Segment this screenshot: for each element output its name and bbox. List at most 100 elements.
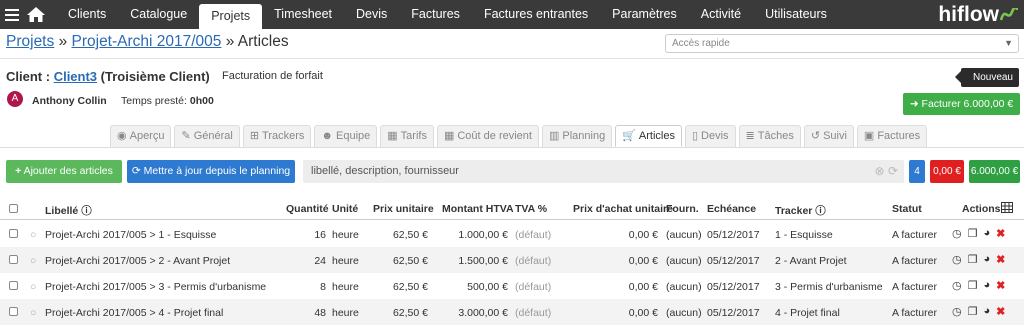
clock-icon[interactable]: ◷	[952, 279, 962, 292]
tab-suivi[interactable]: ↺ Suivi	[803, 125, 854, 147]
comment-icon[interactable]: ○	[30, 307, 36, 319]
nav-projets[interactable]: Projets	[199, 4, 263, 29]
copy-icon[interactable]: ❐	[968, 305, 978, 318]
cell-statut: A facturer	[892, 229, 937, 241]
tab-general[interactable]: ✎ Général	[174, 125, 240, 147]
row-checkbox[interactable]	[9, 281, 18, 290]
col-fournisseur[interactable]: Fourn.	[666, 203, 699, 215]
breadcrumb-projets-link[interactable]: Projets	[6, 33, 54, 50]
search-input[interactable]: libellé, description, fournisseur ⊗ ⟳	[303, 160, 904, 183]
filter-icons: ⊗ ⟳	[875, 160, 898, 183]
col-prix-unitaire[interactable]: Prix unitaire	[373, 203, 434, 215]
home-icon[interactable]	[24, 0, 48, 29]
pie-chart-icon[interactable]: ◕	[983, 227, 990, 240]
comment-icon[interactable]: ○	[30, 229, 36, 241]
tab-label: Aperçu	[129, 130, 165, 142]
tab-devis[interactable]: ▯ Devis	[684, 125, 736, 147]
comment-icon[interactable]: ○	[30, 281, 36, 293]
copy-icon[interactable]: ❐	[968, 227, 978, 240]
cell-libelle[interactable]: Projet-Archi 2017/005 > 3 - Permis d'urb…	[45, 281, 266, 293]
nav-activite[interactable]: Activité	[689, 0, 753, 29]
tab-factures[interactable]: ▣ Factures	[856, 125, 928, 147]
tab-tarifs[interactable]: ▦ Tarifs	[380, 125, 434, 147]
add-articles-button[interactable]: + Ajouter des articles	[6, 160, 122, 183]
hamburger-menu-icon[interactable]	[0, 0, 24, 29]
table-row[interactable]: ○ Projet-Archi 2017/005 > 4 - Projet fin…	[0, 299, 1024, 325]
col-statut[interactable]: Statut	[892, 203, 922, 215]
nouveau-button[interactable]: Nouveau	[955, 68, 1019, 87]
table-columns-icon[interactable]	[1001, 202, 1013, 216]
delete-icon[interactable]: ✖	[996, 305, 1005, 318]
nav-clients[interactable]: Clients	[56, 0, 118, 29]
delete-icon[interactable]: ✖	[996, 227, 1005, 240]
table-row[interactable]: ○ Projet-Archi 2017/005 > 3 - Permis d'u…	[0, 273, 1024, 299]
cell-quantite: 8	[320, 281, 326, 293]
comment-icon[interactable]: ○	[30, 255, 36, 267]
cell-unite: heure	[332, 307, 359, 319]
col-unite[interactable]: Unité	[332, 203, 358, 215]
cell-unite: heure	[332, 255, 359, 267]
delete-icon[interactable]: ✖	[996, 279, 1005, 292]
add-articles-label: Ajouter des articles	[23, 165, 113, 177]
col-tva[interactable]: TVA %	[515, 203, 547, 215]
row-actions: ◷ ❐ ◕ ✖	[952, 253, 1005, 266]
client-link[interactable]: Client3	[54, 69, 97, 84]
quick-access-select[interactable]: Accès rapide ▼	[665, 34, 1019, 53]
row-checkbox[interactable]	[9, 229, 18, 238]
cell-echeance: 05/12/2017	[707, 255, 760, 267]
bar-chart-icon: ▥	[548, 130, 560, 142]
copy-icon[interactable]: ❐	[968, 253, 978, 266]
cell-quantite: 48	[314, 307, 326, 319]
select-all-checkbox[interactable]	[9, 204, 18, 213]
delete-icon[interactable]: ✖	[996, 253, 1005, 266]
tab-label: Factures	[877, 130, 921, 142]
tab-planning[interactable]: ▥ Planning	[541, 125, 613, 147]
nav-catalogue[interactable]: Catalogue	[118, 0, 199, 29]
table-row[interactable]: ○ Projet-Archi 2017/005 > 2 - Avant Proj…	[0, 247, 1024, 273]
col-echeance[interactable]: Echéance	[707, 203, 756, 215]
copy-icon[interactable]: ❐	[968, 279, 978, 292]
clock-icon[interactable]: ◷	[952, 305, 962, 318]
nav-parametres[interactable]: Paramètres	[600, 0, 689, 29]
tab-cout-de-revient[interactable]: ▦ Coût de revient	[436, 125, 539, 147]
clear-icon[interactable]: ⊗	[875, 164, 885, 178]
tab-trackers[interactable]: ⊞ Trackers	[242, 125, 312, 147]
tab-equipe[interactable]: ☻ Equipe	[314, 125, 378, 147]
row-checkbox[interactable]	[9, 307, 18, 316]
cell-echeance: 05/12/2017	[707, 307, 760, 319]
money-icon: ▣	[863, 130, 875, 142]
nav-devis[interactable]: Devis	[344, 0, 399, 29]
tab-apercu[interactable]: ◉ Aperçu	[110, 125, 172, 147]
refresh-icon[interactable]: ⟳	[888, 164, 898, 178]
nav-factures-entrantes[interactable]: Factures entrantes	[472, 0, 600, 29]
col-prix-achat[interactable]: Prix d'achat unitaire	[573, 203, 673, 215]
nav-factures[interactable]: Factures	[399, 0, 472, 29]
tab-label: Articles	[638, 129, 675, 142]
col-libelle[interactable]: Libellé ⓘ	[45, 203, 92, 218]
cell-tracker: 3 - Permis d'urbanisme	[775, 281, 883, 293]
table-row[interactable]: ○ Projet-Archi 2017/005 > 1 - Esquisse 1…	[0, 221, 1024, 247]
tab-label: Suivi	[823, 130, 847, 142]
cell-libelle[interactable]: Projet-Archi 2017/005 > 2 - Avant Projet	[45, 255, 230, 267]
row-checkbox[interactable]	[9, 255, 18, 264]
nav-utilisateurs[interactable]: Utilisateurs	[753, 0, 839, 29]
col-actions: Actions	[962, 203, 1001, 215]
brand-logo[interactable]: hiflow	[938, 2, 1018, 27]
pie-chart-icon[interactable]: ◕	[983, 305, 990, 318]
tab-articles[interactable]: 🛒 Articles	[615, 125, 682, 147]
breadcrumb-project-link[interactable]: Projet-Archi 2017/005	[72, 33, 222, 50]
client-suffix: (Troisième Client)	[100, 69, 210, 84]
cell-libelle[interactable]: Projet-Archi 2017/005 > 4 - Projet final	[45, 307, 223, 319]
nav-timesheet[interactable]: Timesheet	[262, 0, 344, 29]
cell-libelle[interactable]: Projet-Archi 2017/005 > 1 - Esquisse	[45, 229, 216, 241]
pie-chart-icon[interactable]: ◕	[983, 253, 990, 266]
tab-taches[interactable]: ≣ Tâches	[738, 125, 801, 147]
col-montant-htva[interactable]: Montant HTVA	[442, 203, 514, 215]
clock-icon[interactable]: ◷	[952, 253, 962, 266]
update-from-planning-button[interactable]: ⟳ Mettre à jour depuis le planning	[127, 160, 295, 183]
pie-chart-icon[interactable]: ◕	[983, 279, 990, 292]
facturer-button[interactable]: ➜ Facturer 6.000,00 €	[903, 93, 1020, 115]
col-tracker[interactable]: Tracker ⓘ	[775, 203, 826, 218]
clock-icon[interactable]: ◷	[952, 227, 962, 240]
col-quantite[interactable]: Quantité	[286, 203, 329, 215]
